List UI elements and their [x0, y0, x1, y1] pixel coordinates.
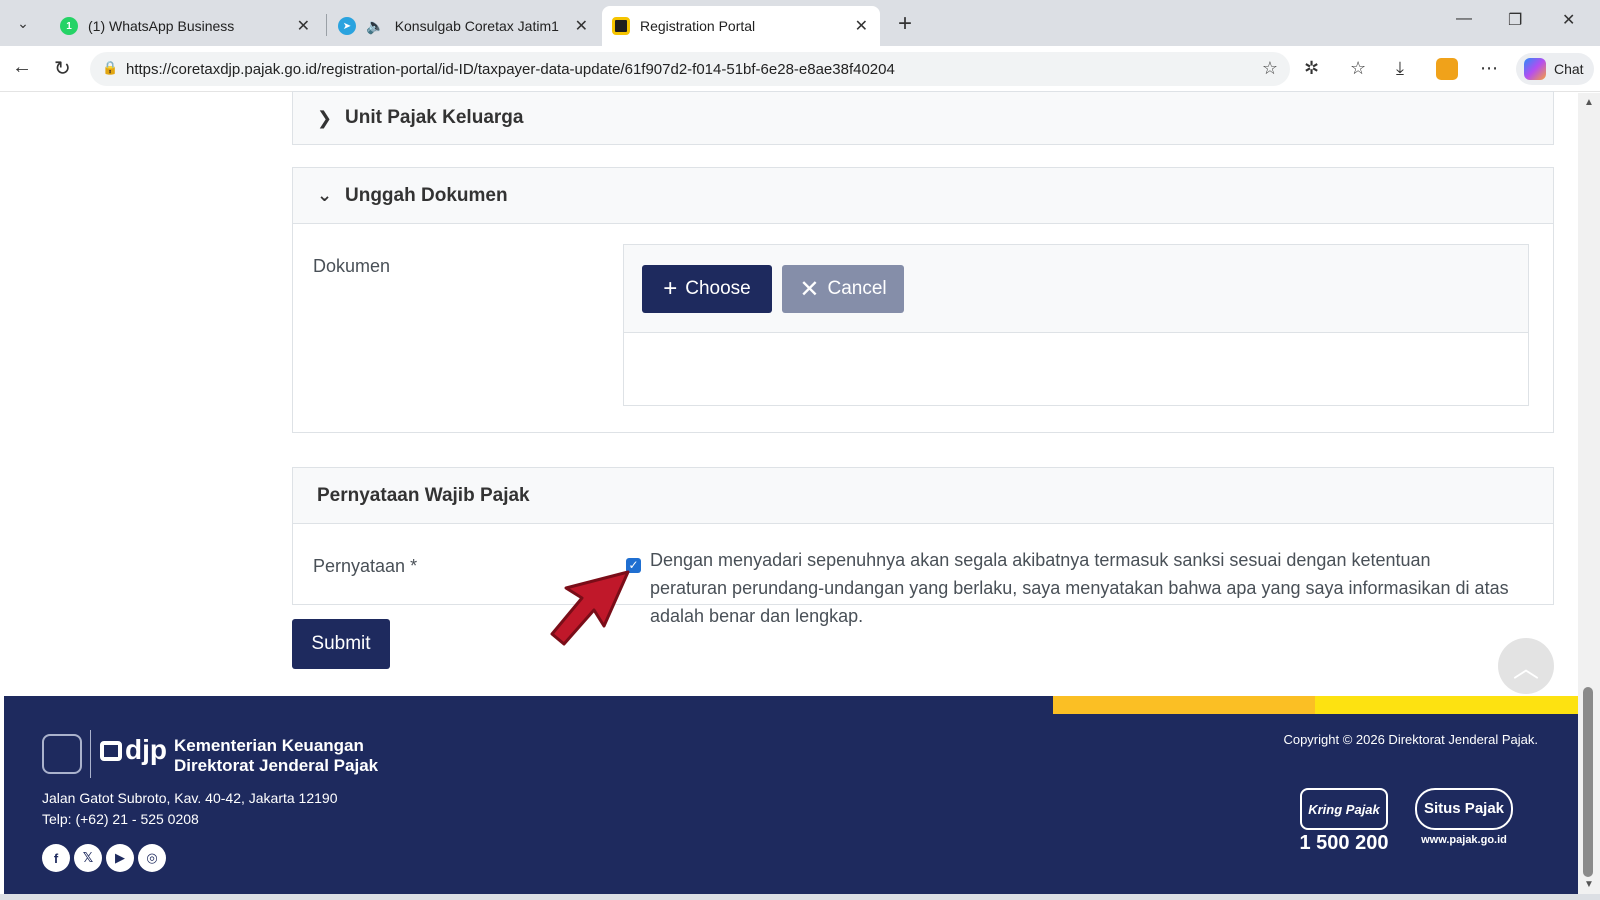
more-menu-icon[interactable]: ⋯ [1480, 58, 1498, 79]
calculator-extension-icon[interactable] [1436, 58, 1458, 80]
telegram-icon: ➤ [338, 17, 356, 35]
copyright-text: Copyright © 2026 Direktorat Jenderal Paj… [1283, 732, 1538, 747]
browser-toolbar: ← ↻ 🔒 https://coretaxdjp.pajak.go.id/reg… [0, 46, 1600, 92]
submit-button[interactable]: Submit [292, 619, 390, 669]
copilot-icon [1524, 58, 1546, 80]
tab-list-dropdown[interactable]: ⌄ [6, 7, 40, 39]
logo-divider [90, 730, 91, 778]
tab-separator [326, 14, 327, 36]
window-close-button[interactable]: ✕ [1562, 10, 1575, 30]
org-line-2: Direktorat Jenderal Pajak [174, 756, 379, 775]
scroll-up-icon[interactable]: ▲ [1584, 97, 1594, 108]
tab-label: (1) WhatsApp Business [88, 18, 235, 34]
tab-telegram[interactable]: ➤ 🔈 Konsulgab Coretax Jatim1 ✕ [328, 6, 600, 46]
browser-tab-bar: ⌄ 1 (1) WhatsApp Business ✕ ➤ 🔈 Konsulga… [0, 0, 1600, 46]
kring-pajak-number: 1 500 200 [1299, 832, 1389, 854]
facebook-icon[interactable]: f [42, 844, 70, 872]
file-upload: + Choose ✕ Cancel [623, 244, 1529, 406]
situs-pajak-url: www.pajak.go.id [1421, 834, 1507, 846]
chevron-right-icon: ❯ [317, 107, 333, 128]
situs-pajak-logo[interactable]: Situs Pajak www.pajak.go.id [1414, 788, 1514, 846]
x-icon[interactable]: 𝕏 [74, 844, 102, 872]
chevron-down-icon: ⌄ [17, 14, 29, 31]
speaker-icon[interactable]: 🔈 [366, 17, 385, 35]
copilot-chat-button[interactable]: Chat [1516, 53, 1594, 85]
new-tab-button[interactable]: + [898, 10, 912, 38]
org-line-1: Kementerian Keuangan [174, 736, 364, 755]
footer: djp Kementerian Keuangan Direktorat Jend… [4, 696, 1578, 894]
red-arrow-annotation [550, 570, 630, 646]
extensions-icon[interactable]: ✲ [1304, 58, 1319, 79]
scroll-to-top-button[interactable]: ︿ [1498, 638, 1554, 694]
choose-label: Choose [685, 278, 751, 299]
minimize-button[interactable]: — [1456, 10, 1472, 28]
address-bar[interactable]: 🔒 https://coretaxdjp.pajak.go.id/registr… [90, 52, 1290, 86]
accordion-header-unggah-dokumen[interactable]: ⌄ Unggah Dokumen [293, 168, 1553, 224]
lock-icon[interactable]: 🔒 [102, 60, 118, 76]
phone-text: Telp: (+62) 21 - 525 0208 [42, 811, 199, 827]
panel-title: Unggah Dokumen [345, 184, 508, 206]
close-icon[interactable]: ✕ [575, 16, 588, 36]
situs-pajak-badge: Situs Pajak [1415, 788, 1513, 830]
youtube-icon[interactable]: ▶ [106, 844, 134, 872]
dokumen-label: Dokumen [313, 256, 391, 276]
org-name: Kementerian Keuangan Direktorat Jenderal… [174, 736, 378, 776]
pernyataan-statement: Dengan menyadari sepenuhnya akan segala … [650, 550, 1509, 626]
tab-whatsapp[interactable]: 1 (1) WhatsApp Business ✕ [50, 6, 322, 46]
scrollbar-thumb[interactable] [1583, 687, 1593, 877]
back-button[interactable]: ← [12, 56, 32, 79]
panel-header-pernyataan: Pernyataan Wajib Pajak [293, 468, 1553, 524]
djp-logo-text: djp [125, 734, 167, 765]
reload-button[interactable]: ↻ [54, 56, 71, 81]
panel-unit-pajak-keluarga: ❯ Unit Pajak Keluarga [292, 91, 1554, 145]
close-icon[interactable]: ✕ [855, 16, 868, 36]
djp-logo-mark [100, 741, 122, 761]
page-scrollbar[interactable]: ▲ ▼ [1578, 93, 1600, 900]
whatsapp-icon: 1 [60, 17, 78, 35]
chevron-down-icon: ⌄ [317, 185, 333, 205]
close-icon: ✕ [799, 275, 820, 303]
cancel-button[interactable]: ✕ Cancel [782, 265, 904, 313]
pernyataan-label: Pernyataan * [313, 556, 418, 576]
address-text: Jalan Gatot Subroto, Kav. 40-42, Jakarta… [42, 790, 338, 806]
panel-title: Unit Pajak Keluarga [345, 107, 524, 128]
tab-label: Konsulgab Coretax Jatim1 [394, 18, 559, 34]
close-icon[interactable]: ✕ [297, 16, 310, 36]
cancel-label: Cancel [827, 278, 887, 299]
window-bottom-edge [0, 894, 1600, 900]
chat-label: Chat [1554, 61, 1584, 77]
instagram-icon[interactable]: ◎ [138, 844, 166, 872]
file-upload-toolbar: + Choose ✕ Cancel [624, 245, 1528, 333]
kring-pajak-badge: Kring Pajak [1300, 788, 1388, 830]
footer-address: Jalan Gatot Subroto, Kav. 40-42, Jakarta… [42, 788, 337, 830]
kring-pajak-logo[interactable]: Kring Pajak 1 500 200 [1296, 788, 1392, 855]
footer-stripe-orange [1053, 696, 1315, 714]
plus-icon: + [663, 275, 678, 302]
djp-logo: djp [100, 734, 167, 766]
panel-unggah-dokumen: ⌄ Unggah Dokumen Dokumen + Choose ✕ Canc… [292, 167, 1554, 433]
footer-stripe-yellow [1315, 696, 1578, 714]
tab-label: Registration Portal [640, 18, 756, 34]
accordion-header-unit-pajak[interactable]: ❯ Unit Pajak Keluarga [293, 92, 1553, 144]
favorites-icon[interactable]: ☆ [1350, 58, 1366, 79]
ministry-emblem-icon [42, 734, 82, 774]
tab-registration-portal[interactable]: Registration Portal ✕ [602, 6, 880, 46]
chevron-up-icon: ︿ [1512, 652, 1539, 683]
restore-button[interactable]: ❐ [1508, 10, 1522, 30]
portal-icon [612, 17, 630, 35]
file-drop-area[interactable] [624, 333, 1528, 405]
scroll-down-icon[interactable]: ▼ [1584, 879, 1594, 890]
downloads-icon[interactable]: ⤓ [1396, 58, 1404, 79]
panel-title: Pernyataan Wajib Pajak [317, 484, 530, 506]
favorite-star-icon[interactable]: ☆ [1262, 58, 1278, 79]
choose-button[interactable]: + Choose [642, 265, 772, 313]
url-text: https://coretaxdjp.pajak.go.id/registrat… [126, 60, 895, 78]
